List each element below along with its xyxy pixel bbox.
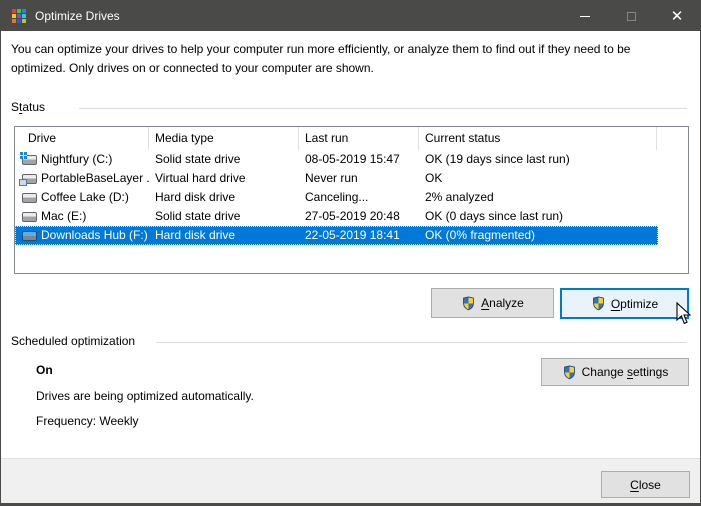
current-status-cell: OK (19 days since last run) — [425, 152, 570, 166]
window-title: Optimize Drives — [35, 9, 120, 23]
optimize-button-label: Optimize — [610, 296, 659, 311]
change-settings-button-label: Change settings — [581, 365, 669, 379]
table-row[interactable]: Downloads Hub (F:) Hard disk drive 22-05-2… — [15, 226, 658, 245]
drive-selected-icon — [22, 230, 37, 241]
close-button[interactable]: Close — [601, 471, 690, 498]
column-header-last-run[interactable]: Last run — [299, 127, 419, 150]
close-button-label: Close — [630, 477, 661, 492]
scheduled-state: On — [36, 363, 53, 377]
table-row[interactable]: Mac (E:) Solid state drive 27-05-2019 20:4… — [15, 207, 658, 226]
analyze-button[interactable]: Analyze — [431, 288, 554, 318]
close-window-button[interactable]: ✕ — [654, 1, 700, 31]
analyze-button-label: Analyze — [481, 296, 524, 310]
optimize-drives-window: Optimize Drives ✕ You can optimize your … — [0, 0, 701, 506]
drive-name-cell: Mac (E:) — [41, 209, 87, 223]
scheduled-section-label: Scheduled optimization — [11, 334, 136, 348]
drives-list-header: Drive Media type Last run Current status — [15, 127, 688, 150]
last-run-cell: Canceling... — [305, 190, 369, 204]
scheduled-section-divider — [156, 342, 687, 343]
drive-name-cell: PortableBaseLayer ... — [41, 171, 149, 185]
maximize-icon — [626, 11, 636, 21]
media-type-cell: Virtual hard drive — [155, 171, 246, 185]
footer-bar — [1, 458, 700, 503]
column-header-drive[interactable]: Drive — [15, 127, 149, 150]
last-run-cell: 27-05-2019 20:48 — [305, 209, 400, 223]
table-row[interactable]: Coffee Lake (D:) Hard disk drive Canceling… — [15, 188, 658, 207]
media-type-cell: Hard disk drive — [155, 190, 236, 204]
drive-windows-icon — [20, 151, 37, 165]
virtual-drive-icon — [19, 173, 37, 186]
window-controls: ✕ — [562, 1, 700, 31]
drive-icon — [22, 211, 37, 222]
last-run-cell: Never run — [305, 171, 358, 185]
scheduled-description: Drives are being optimized automatically… — [36, 389, 254, 403]
drive-name-cell: Nightfury (C:) — [41, 152, 113, 166]
scheduled-frequency: Frequency: Weekly — [36, 414, 139, 428]
maximize-button — [608, 1, 654, 31]
drives-list-rows: Nightfury (C:) Solid state drive 08-05-201… — [15, 150, 688, 245]
change-settings-button[interactable]: Change settings — [541, 358, 689, 386]
last-run-cell: 22-05-2019 18:41 — [305, 228, 400, 242]
minimize-button[interactable] — [562, 1, 608, 31]
current-status-cell: 2% analyzed — [425, 190, 494, 204]
drive-icon — [22, 192, 37, 203]
current-status-cell: OK (0 days since last run) — [425, 209, 564, 223]
column-header-current-status[interactable]: Current status — [419, 127, 657, 150]
minimize-icon — [580, 15, 590, 17]
current-status-cell: OK (0% fragmented) — [425, 228, 536, 242]
uac-shield-icon — [463, 296, 475, 310]
mouse-cursor — [676, 302, 692, 325]
optimize-drives-app-icon — [12, 9, 26, 23]
media-type-cell: Hard disk drive — [155, 228, 236, 242]
media-type-cell: Solid state drive — [155, 152, 241, 166]
titlebar: Optimize Drives ✕ — [1, 1, 700, 31]
current-status-cell: OK — [425, 171, 443, 185]
intro-line: optimized. Only drives on or connected t… — [11, 61, 374, 75]
table-row[interactable]: PortableBaseLayer ... Virtual hard drive N… — [15, 169, 658, 188]
close-icon: ✕ — [670, 7, 684, 25]
status-section-label: Status — [11, 100, 46, 114]
intro-line: You can optimize your drives to help you… — [11, 42, 631, 56]
optimize-button[interactable]: Optimize — [560, 288, 689, 319]
last-run-cell: 08-05-2019 15:47 — [305, 152, 400, 166]
uac-shield-icon — [563, 365, 575, 379]
media-type-cell: Solid state drive — [155, 209, 241, 223]
column-header-media-type[interactable]: Media type — [149, 127, 299, 150]
uac-shield-icon — [592, 296, 604, 311]
status-section-divider — [79, 108, 687, 109]
drive-name-cell: Downloads Hub (F:) — [41, 228, 148, 242]
intro-text: You can optimize your drives to help you… — [11, 40, 693, 78]
drive-name-cell: Coffee Lake (D:) — [41, 190, 129, 204]
drives-list: Drive Media type Last run Current status… — [14, 126, 689, 274]
table-row[interactable]: Nightfury (C:) Solid state drive 08-05-201… — [15, 150, 658, 169]
